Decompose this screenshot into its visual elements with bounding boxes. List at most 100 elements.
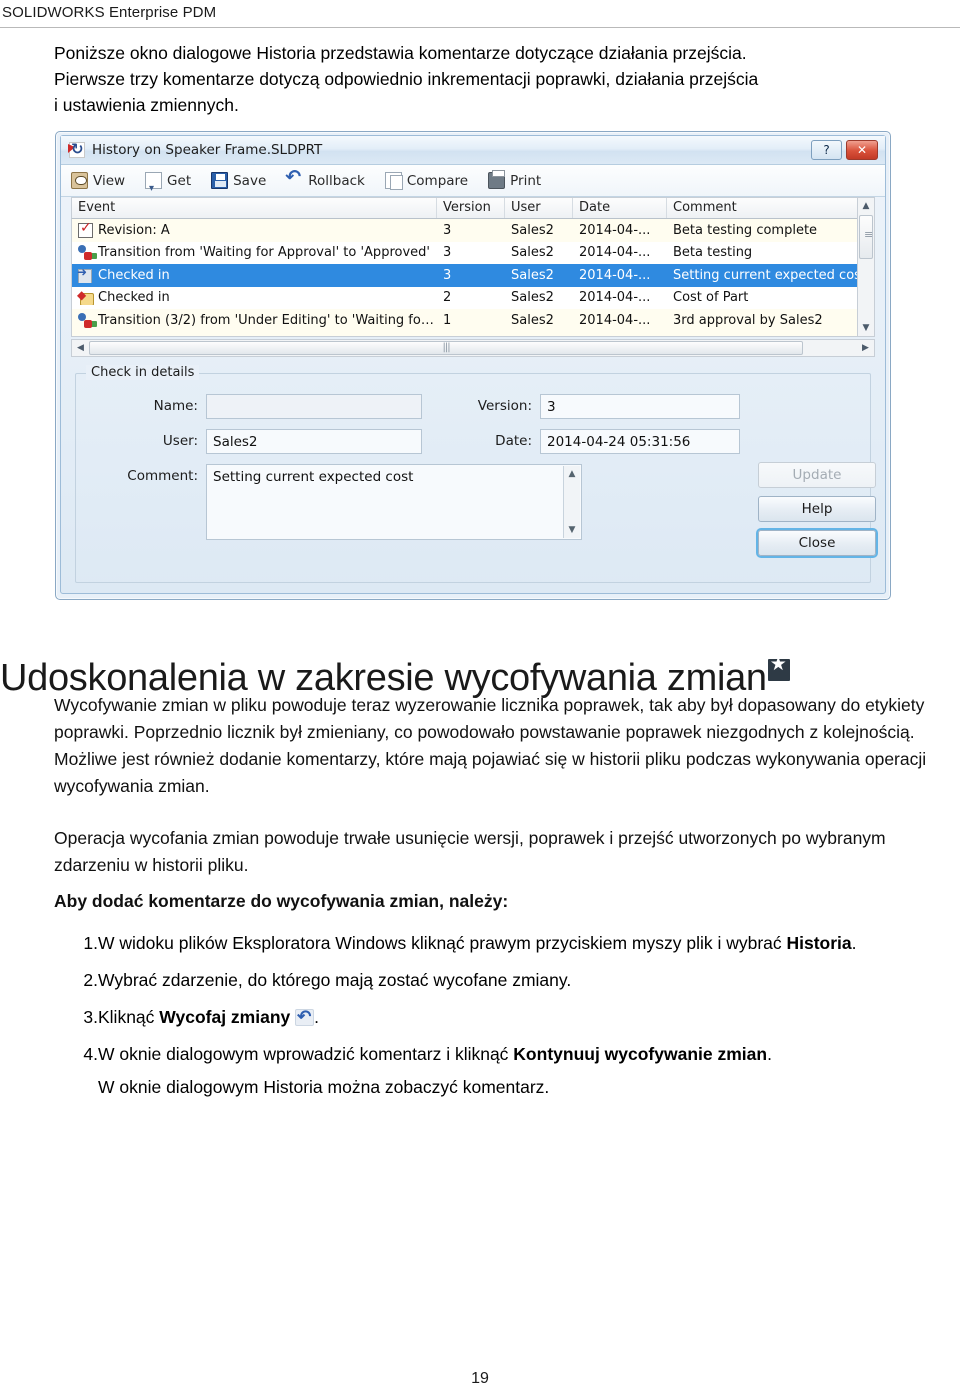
intro-paragraph: Poniższe okno dialogowe Historia przedst…: [54, 40, 959, 118]
scroll-down-icon[interactable]: ▼: [858, 320, 874, 336]
help-button[interactable]: Help: [758, 496, 876, 522]
row-version: 3: [443, 245, 452, 261]
help-button[interactable]: ?: [811, 140, 842, 160]
table-row-selected[interactable]: Checked in 3 Sales2 2014-04-... Setting …: [72, 264, 874, 287]
table-row[interactable]: Transition from 'Waiting for Approval' t…: [72, 241, 874, 264]
list-item-number: 3.: [83, 1007, 98, 1027]
comment-field-scrollbar[interactable]: ▲ ▼: [563, 466, 580, 538]
list-item: 1. W widoku plików Eksploratora Windows …: [54, 930, 959, 957]
toolbar-view-button[interactable]: View: [71, 172, 125, 189]
transition-icon: [78, 245, 93, 261]
column-header-date[interactable]: Date: [573, 198, 667, 218]
view-icon: [71, 172, 88, 189]
update-button[interactable]: Update: [758, 462, 876, 488]
row-date: 2014-04-...: [579, 290, 651, 306]
toolbar-get-button[interactable]: Get: [145, 172, 191, 194]
group-label: Check in details: [86, 365, 200, 380]
running-head: SOLIDWORKS Enterprise PDM: [2, 4, 217, 21]
header-divider: [0, 27, 960, 28]
vertical-scrollbar-thumb[interactable]: [859, 215, 873, 259]
row-comment: Cost of Part: [673, 290, 749, 306]
intro-line-2: Pierwsze trzy komentarze dotyczą odpowie…: [54, 69, 759, 89]
row-comment: 3rd approval by Sales2: [673, 312, 823, 328]
table-row[interactable]: Transition (3/2) from 'Under Editing' to…: [72, 309, 874, 332]
row-user: Sales2: [511, 267, 554, 283]
name-field[interactable]: [206, 394, 422, 419]
row-comment: Setting current expected cost: [673, 267, 867, 283]
list-item: 4. W oknie dialogowym wprowadzić komenta…: [54, 1041, 959, 1101]
row-user: Sales2: [511, 222, 554, 238]
checked-in-blue-icon: [77, 268, 93, 283]
column-header-event[interactable]: Event: [72, 198, 437, 218]
row-date: 2014-04-...: [579, 312, 651, 328]
table-row[interactable]: Checked in 2 Sales2 2014-04-... Cost of …: [72, 286, 874, 309]
dialog-title: History on Speaker Frame.SLDPRT: [92, 142, 323, 158]
paragraph-1: Wycofywanie zmian w pliku powoduje teraz…: [54, 695, 927, 796]
list-item-text-pre: W widoku plików Eksploratora Windows kli…: [98, 933, 787, 953]
list-item-text-post: .: [314, 1007, 319, 1027]
list-item: 3. Kliknąć Wycofaj zmiany .: [54, 1003, 959, 1031]
row-comment: Beta testing: [673, 245, 753, 261]
row-date: 2014-04-...: [579, 267, 651, 283]
toolbar-rollback-button[interactable]: Rollback: [285, 166, 365, 189]
row-date: 2014-04-...: [579, 222, 651, 238]
row-event: Transition from 'Waiting for Approval' t…: [98, 245, 430, 261]
checked-in-yellow-icon: [77, 290, 94, 306]
name-label: Name:: [153, 398, 198, 414]
row-comment: Beta testing complete: [673, 222, 818, 238]
compare-icon: [384, 172, 403, 190]
paragraph-2: Operacja wycofania zmian powoduje trwałe…: [54, 828, 886, 875]
document-page: SOLIDWORKS Enterprise PDM Poniższe okno …: [0, 0, 960, 1399]
version-field[interactable]: 3: [540, 394, 740, 419]
history-dialog-screenshot: History on Speaker Frame.SLDPRT ? ✕ View…: [55, 131, 891, 600]
table-row[interactable]: Revision: A 3 Sales2 2014-04-... Beta te…: [72, 219, 874, 242]
window-buttons: ? ✕: [811, 140, 878, 160]
row-event: Checked in: [98, 267, 170, 283]
vertical-scrollbar[interactable]: ▲ ▼: [857, 197, 875, 337]
date-label: Date:: [495, 433, 532, 449]
list-item-text-post: .: [851, 933, 857, 953]
list-item-text-pre: Wybrać zdarzenie, do którego mają zostać…: [98, 970, 572, 990]
revision-icon: [78, 222, 93, 238]
column-header-user[interactable]: User: [505, 198, 573, 218]
list-item-number: 4.: [83, 1044, 98, 1064]
scroll-down-icon[interactable]: ▼: [564, 522, 580, 538]
list-item-text-post: .: [767, 1044, 772, 1064]
version-label: Version:: [477, 398, 532, 414]
transition-icon: [78, 312, 93, 328]
intro-line-3: i ustawienia zmiennych.: [54, 95, 239, 115]
list-item-number: 1.: [83, 933, 98, 953]
close-button[interactable]: Close: [758, 530, 876, 556]
horizontal-scrollbar-thumb[interactable]: [89, 341, 804, 355]
intro-line-1: Poniższe okno dialogowe Historia przedst…: [54, 43, 747, 63]
row-event: Checked in: [98, 290, 170, 306]
row-version: 3: [443, 267, 452, 283]
dialog-window: History on Speaker Frame.SLDPRT ? ✕ View…: [60, 135, 886, 594]
history-table-header: Event Version User Date Comment: [71, 197, 875, 219]
dialog-titlebar: History on Speaker Frame.SLDPRT ? ✕: [61, 136, 885, 165]
row-version: 2: [443, 290, 452, 306]
row-event: Transition (3/2) from 'Under Editing' to…: [98, 312, 434, 328]
scroll-up-icon[interactable]: ▲: [858, 198, 874, 214]
date-field[interactable]: 2014-04-24 05:31:56: [540, 429, 740, 454]
scroll-up-icon[interactable]: ▲: [564, 466, 580, 482]
get-icon: [145, 172, 163, 194]
history-table-body[interactable]: Revision: A 3 Sales2 2014-04-... Beta te…: [71, 219, 875, 337]
list-item-text-pre: Kliknąć: [98, 1007, 160, 1027]
toolbar-compare-button[interactable]: Compare: [384, 172, 468, 190]
procedure-list: 1. W widoku plików Eksploratora Windows …: [54, 930, 959, 1111]
toolbar-save-button[interactable]: Save: [211, 172, 266, 189]
new-feature-star-icon: [767, 654, 790, 682]
close-icon[interactable]: ✕: [846, 140, 878, 160]
toolbar-print-button[interactable]: Print: [488, 170, 541, 189]
check-in-details-group: Check in details Name: User: Sales2 Comm…: [75, 365, 876, 583]
user-field[interactable]: Sales2: [206, 429, 422, 454]
column-header-comment[interactable]: Comment: [667, 198, 874, 218]
column-header-version[interactable]: Version: [437, 198, 505, 218]
scroll-left-icon[interactable]: ◀: [72, 343, 89, 353]
list-item-text-pre: W oknie dialogowym wprowadzić komentarz …: [98, 1044, 514, 1064]
horizontal-scrollbar[interactable]: ◀ ▶: [71, 339, 875, 357]
comment-field[interactable]: Setting current expected cost ▲ ▼: [206, 464, 582, 540]
history-rollback-icon: [69, 140, 85, 158]
scroll-right-icon[interactable]: ▶: [857, 343, 874, 353]
